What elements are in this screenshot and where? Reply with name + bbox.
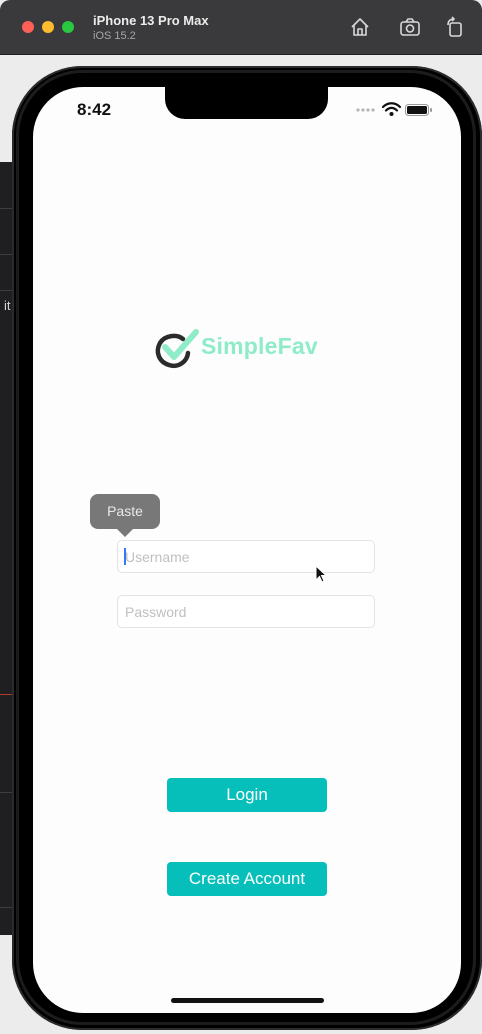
- zoom-window-button[interactable]: [62, 21, 74, 33]
- password-field[interactable]: [117, 595, 375, 628]
- window-subtitle: iOS 15.2: [93, 30, 136, 42]
- window-title: iPhone 13 Pro Max: [93, 13, 209, 28]
- simulator-titlebar: iPhone 13 Pro Max iOS 15.2: [0, 0, 482, 55]
- username-field[interactable]: [117, 540, 375, 573]
- home-icon[interactable]: [349, 16, 371, 38]
- home-indicator: [171, 998, 324, 1003]
- create-account-button[interactable]: Create Account: [167, 862, 327, 896]
- app-screen: 8:42 SimpleFav Paste Login Cr: [33, 87, 461, 1013]
- logo-check-icon: [155, 329, 199, 368]
- signal-dots-icon: [356, 108, 375, 112]
- login-button[interactable]: Login: [167, 778, 327, 812]
- battery-icon: [405, 104, 432, 116]
- notch: [165, 87, 328, 119]
- paste-callout-arrow: [117, 529, 133, 537]
- status-icons: [356, 102, 432, 116]
- app-logo: SimpleFav: [153, 325, 328, 375]
- logo-wordmark: SimpleFav: [201, 333, 318, 359]
- background-partial-text: it: [4, 298, 11, 313]
- paste-menu-item[interactable]: Paste: [90, 494, 160, 529]
- wifi-icon: [381, 102, 402, 116]
- minimize-window-button[interactable]: [42, 21, 54, 33]
- mouse-pointer-icon: [315, 565, 327, 583]
- status-time: 8:42: [77, 100, 112, 119]
- text-caret: [124, 548, 126, 565]
- screenshot-icon[interactable]: [399, 16, 421, 38]
- close-window-button[interactable]: [22, 21, 34, 33]
- rotate-icon[interactable]: [444, 16, 466, 38]
